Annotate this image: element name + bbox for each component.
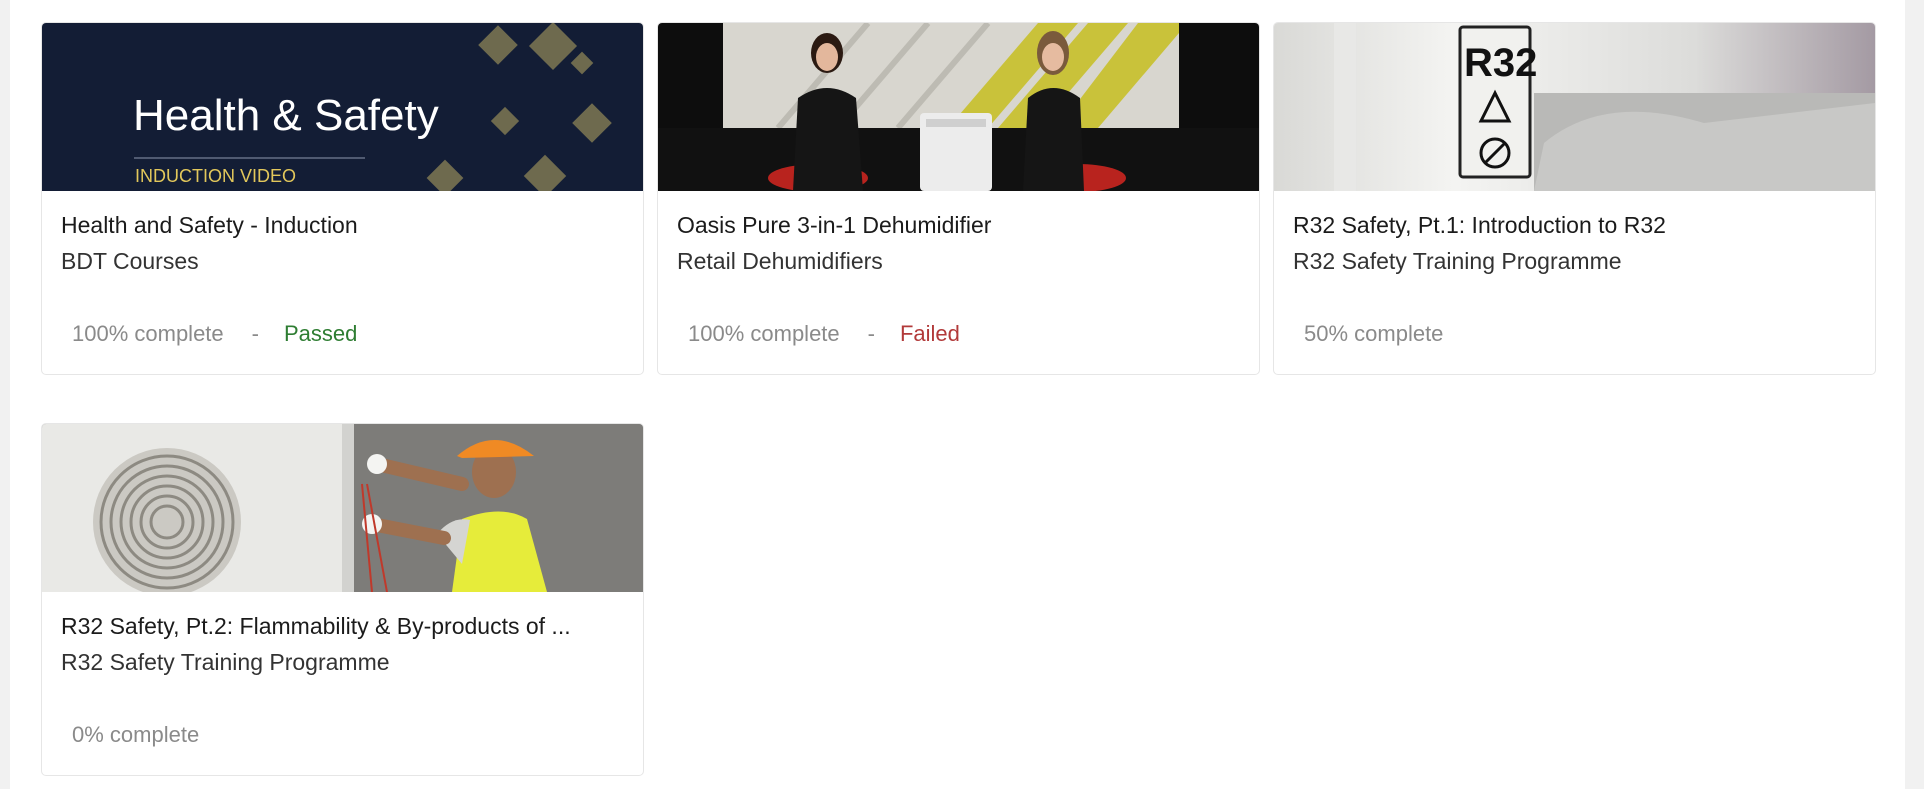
progress-text: 100% complete bbox=[688, 321, 840, 346]
course-card-r32-pt2[interactable]: R32 Safety, Pt.2: Flammability & By-prod… bbox=[41, 423, 644, 776]
course-category: Retail Dehumidifiers bbox=[677, 248, 883, 274]
result-badge-failed: Failed bbox=[899, 321, 960, 346]
course-title[interactable]: R32 Safety, Pt.2: Flammability & By-prod… bbox=[61, 613, 571, 640]
course-status: 100% complete - Passed bbox=[72, 321, 357, 347]
status-separator: - bbox=[867, 321, 875, 346]
course-title[interactable]: R32 Safety, Pt.1: Introduction to R32 bbox=[1293, 212, 1666, 239]
course-thumbnail-r32-pt1[interactable]: R32 bbox=[1274, 23, 1875, 191]
banner-tag: INDUCTION VIDEO bbox=[135, 166, 296, 186]
course-status: 0% complete bbox=[72, 722, 199, 748]
technician-outdoor-unit-image bbox=[42, 424, 643, 592]
course-title[interactable]: Oasis Pure 3-in-1 Dehumidifier bbox=[677, 212, 991, 239]
banner-heading: Health & Safety bbox=[133, 91, 439, 140]
r32-warning-label-image: R32 bbox=[1274, 23, 1875, 191]
presenters-studio-image bbox=[658, 23, 1259, 191]
page-scrollbar[interactable] bbox=[1905, 0, 1924, 789]
course-card-health-safety[interactable]: Health & Safety INDUCTION VIDEO Health a… bbox=[41, 22, 644, 375]
r32-label-text: R32 bbox=[1464, 41, 1537, 85]
course-title[interactable]: Health and Safety - Induction bbox=[61, 212, 358, 239]
course-status: 100% complete - Failed bbox=[688, 321, 960, 347]
status-separator: - bbox=[251, 321, 259, 346]
course-card-oasis-dehumidifier[interactable]: Oasis Pure 3-in-1 Dehumidifier Retail De… bbox=[657, 22, 1260, 375]
course-category: R32 Safety Training Programme bbox=[1293, 248, 1622, 274]
course-category: BDT Courses bbox=[61, 248, 199, 274]
progress-text: 0% complete bbox=[72, 722, 200, 747]
course-status: 50% complete bbox=[1304, 321, 1443, 347]
progress-text: 100% complete bbox=[72, 321, 224, 346]
progress-text: 50% complete bbox=[1304, 321, 1444, 346]
course-thumbnail-oasis[interactable] bbox=[658, 23, 1259, 191]
course-list-panel: Health & Safety INDUCTION VIDEO Health a… bbox=[10, 0, 1905, 789]
course-card-r32-pt1[interactable]: R32 R32 Safety, Pt.1: Introduction to R3… bbox=[1273, 22, 1876, 375]
result-badge-passed: Passed bbox=[283, 321, 358, 346]
course-thumbnail-r32-pt2[interactable] bbox=[42, 424, 643, 592]
course-category: R32 Safety Training Programme bbox=[61, 649, 390, 675]
health-safety-banner-image: Health & Safety INDUCTION VIDEO bbox=[42, 23, 643, 191]
course-thumbnail-health-safety[interactable]: Health & Safety INDUCTION VIDEO bbox=[42, 23, 643, 191]
